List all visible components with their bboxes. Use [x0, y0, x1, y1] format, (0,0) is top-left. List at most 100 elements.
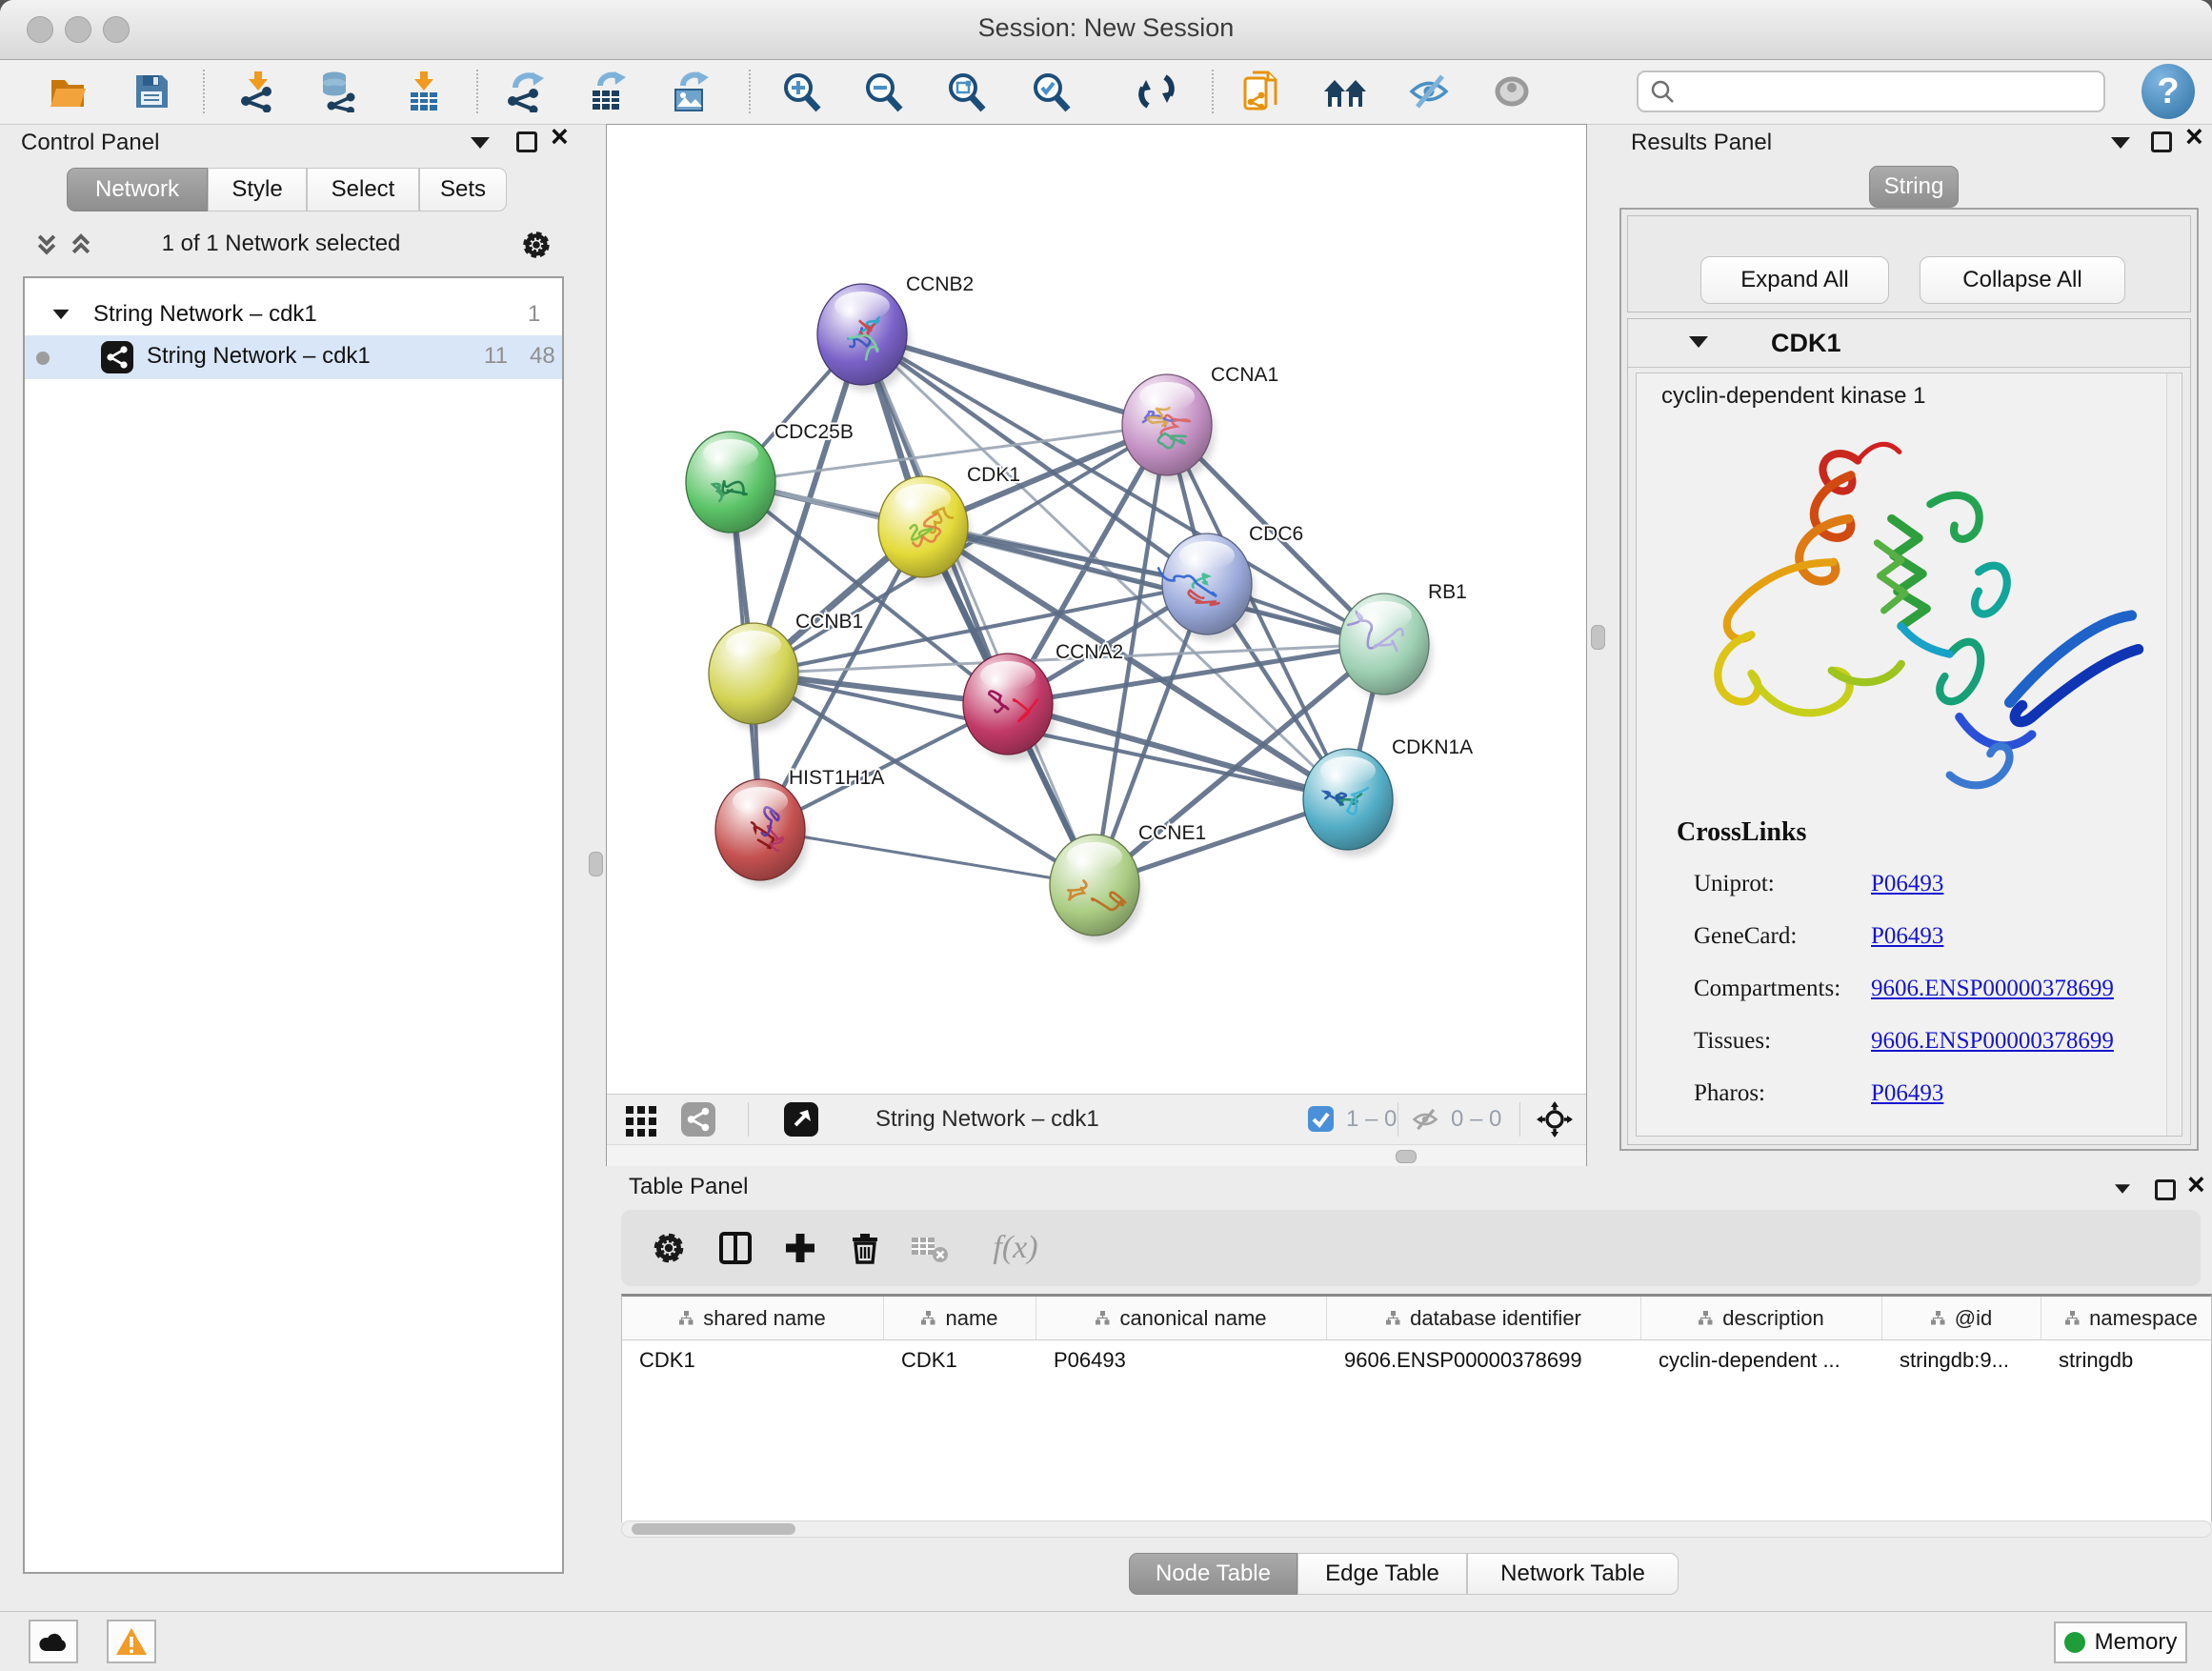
node-CDC25B[interactable]: [686, 432, 778, 539]
gene-section-header[interactable]: CDK1: [1628, 319, 2190, 368]
table-cell[interactable]: CDK1: [884, 1340, 1036, 1380]
network-overview-button[interactable]: [681, 1102, 715, 1141]
panel-menu-icon[interactable]: [471, 137, 490, 149]
network-collection-row[interactable]: String Network – cdk1 1: [25, 297, 562, 333]
table-cell[interactable]: CDK1: [622, 1340, 884, 1380]
expand-collection-icon[interactable]: [53, 310, 70, 319]
network-canvas[interactable]: CCNB2CCNA1CDC25BCDK1CDC6RB1CCNB1CCNA2CDK…: [607, 125, 1586, 1094]
float-panel-icon[interactable]: [2151, 131, 2172, 152]
node-RB1[interactable]: [1339, 594, 1432, 701]
zoom-fit-button[interactable]: [940, 66, 992, 117]
cloud-status-button[interactable]: [29, 1620, 78, 1663]
panel-menu-icon[interactable]: [2115, 1184, 2130, 1194]
node-CDKN1A[interactable]: [1303, 749, 1396, 856]
memory-button[interactable]: Memory: [2054, 1621, 2187, 1663]
function-builder-button[interactable]: f(x): [977, 1227, 1054, 1269]
network-graph[interactable]: CCNB2CCNA1CDC25BCDK1CDC6RB1CCNB1CCNA2CDK…: [607, 125, 1586, 1094]
tab-select[interactable]: Select: [307, 168, 419, 211]
tab-node-table[interactable]: Node Table: [1129, 1553, 1297, 1595]
export-table-button[interactable]: [582, 66, 633, 117]
close-panel-icon[interactable]: ×: [551, 126, 569, 147]
node-CCNB1[interactable]: [709, 623, 801, 731]
tab-edge-table[interactable]: Edge Table: [1297, 1553, 1467, 1595]
column-header-name[interactable]: name: [884, 1297, 1036, 1339]
zoom-out-button[interactable]: [857, 66, 909, 117]
column-header-shared-name[interactable]: shared name: [622, 1297, 884, 1339]
zoom-in-button[interactable]: [775, 66, 827, 117]
refresh-button[interactable]: [1131, 66, 1182, 117]
node-CCNA1[interactable]: [1122, 374, 1215, 482]
collapse-section-icon[interactable]: [1689, 336, 1708, 348]
network-list-item[interactable]: String Network – cdk1 11 48: [25, 335, 562, 379]
show-columns-button[interactable]: [714, 1227, 756, 1269]
collapse-all-icon[interactable]: [34, 232, 59, 257]
delete-column-button[interactable]: [844, 1227, 886, 1269]
zoom-selected-button[interactable]: [1025, 66, 1076, 117]
table-settings-button[interactable]: [648, 1227, 690, 1269]
search-input[interactable]: [1675, 78, 2079, 105]
panel-menu-icon[interactable]: [2111, 137, 2130, 149]
table-cell[interactable]: cyclin-dependent ...: [1641, 1340, 1882, 1380]
crosslink-link[interactable]: 9606.ENSP00000378699: [1871, 976, 2114, 1002]
grid-view-button[interactable]: [624, 1102, 658, 1141]
table-cell[interactable]: stringdb: [2041, 1340, 2212, 1380]
column-header-description[interactable]: description: [1641, 1297, 1882, 1339]
hide-glass-button[interactable]: [1403, 66, 1455, 117]
change-species-button[interactable]: [1319, 66, 1371, 117]
import-network-database-button[interactable]: [313, 66, 365, 117]
table-cell[interactable]: stringdb:9...: [1882, 1340, 2041, 1380]
splitter-handle[interactable]: [1591, 625, 1605, 650]
crosslink-link[interactable]: 9606.ENSP00000378699: [1871, 1028, 2114, 1055]
results-scrollbar[interactable]: [2166, 373, 2181, 1136]
export-network-button[interactable]: [499, 66, 551, 117]
column-header--id[interactable]: @id: [1882, 1297, 2041, 1339]
string-import-button[interactable]: [1236, 66, 1287, 117]
collapse-all-button[interactable]: Collapse All: [1920, 256, 2125, 304]
column-header-database-identifier[interactable]: database identifier: [1327, 1297, 1641, 1339]
help-button[interactable]: ?: [2142, 64, 2195, 119]
tab-network-table[interactable]: Network Table: [1467, 1553, 1679, 1595]
open-session-button[interactable]: [42, 66, 93, 117]
search-box[interactable]: [1637, 70, 2105, 112]
crosslink-link[interactable]: P06493: [1871, 1080, 1943, 1107]
crosslink-link[interactable]: P06493: [1871, 871, 1943, 897]
table-cell[interactable]: P06493: [1036, 1340, 1327, 1380]
edge-HIST1H1A-CCNE1[interactable]: [760, 830, 1095, 885]
node-table[interactable]: shared namenamecanonical namedatabase id…: [621, 1294, 2212, 1522]
crosslink-link[interactable]: P06493: [1871, 923, 1943, 950]
splitter-handle[interactable]: [589, 852, 603, 876]
node-CDK1[interactable]: [878, 476, 971, 584]
node-HIST1H1A[interactable]: [715, 779, 808, 887]
tab-style[interactable]: Style: [208, 168, 307, 211]
panel-resize-strip[interactable]: [607, 1144, 1586, 1166]
hidden-eye-slash-icon[interactable]: [1411, 1106, 1439, 1133]
node-CCNB2[interactable]: [817, 284, 910, 392]
tab-string[interactable]: String: [1869, 166, 1959, 208]
expand-all-icon[interactable]: [69, 232, 93, 257]
scrollbar-thumb[interactable]: [632, 1523, 795, 1535]
node-CDC6[interactable]: [1158, 534, 1255, 641]
export-image-button[interactable]: [665, 66, 716, 117]
import-network-file-button[interactable]: [232, 66, 284, 117]
show-glass-button[interactable]: [1486, 66, 1538, 117]
tab-sets[interactable]: Sets: [419, 168, 507, 211]
fit-selected-crosshair-icon[interactable]: [1537, 1101, 1573, 1137]
column-header-canonical-name[interactable]: canonical name: [1036, 1297, 1327, 1339]
node-CCNA2[interactable]: [963, 654, 1056, 761]
close-panel-icon[interactable]: ×: [2187, 1174, 2205, 1195]
column-header-namespace[interactable]: namespace: [2041, 1297, 2212, 1339]
table-cell[interactable]: 9606.ENSP00000378699: [1327, 1340, 1641, 1380]
expand-all-button[interactable]: Expand All: [1700, 256, 1889, 304]
save-session-button[interactable]: [126, 66, 177, 117]
detach-view-button[interactable]: [784, 1102, 818, 1141]
node-CCNE1[interactable]: [1050, 835, 1142, 942]
float-panel-icon[interactable]: [516, 131, 537, 152]
table-row[interactable]: CDK1CDK1P064939606.ENSP00000378699cyclin…: [622, 1340, 2211, 1380]
import-table-button[interactable]: [398, 66, 450, 117]
delete-table-button[interactable]: [909, 1227, 951, 1269]
add-column-button[interactable]: [779, 1227, 821, 1269]
selected-checkbox-icon[interactable]: [1308, 1106, 1334, 1132]
warning-status-button[interactable]: [107, 1620, 156, 1663]
close-panel-icon[interactable]: ×: [2185, 126, 2203, 147]
gear-icon[interactable]: [520, 229, 553, 261]
